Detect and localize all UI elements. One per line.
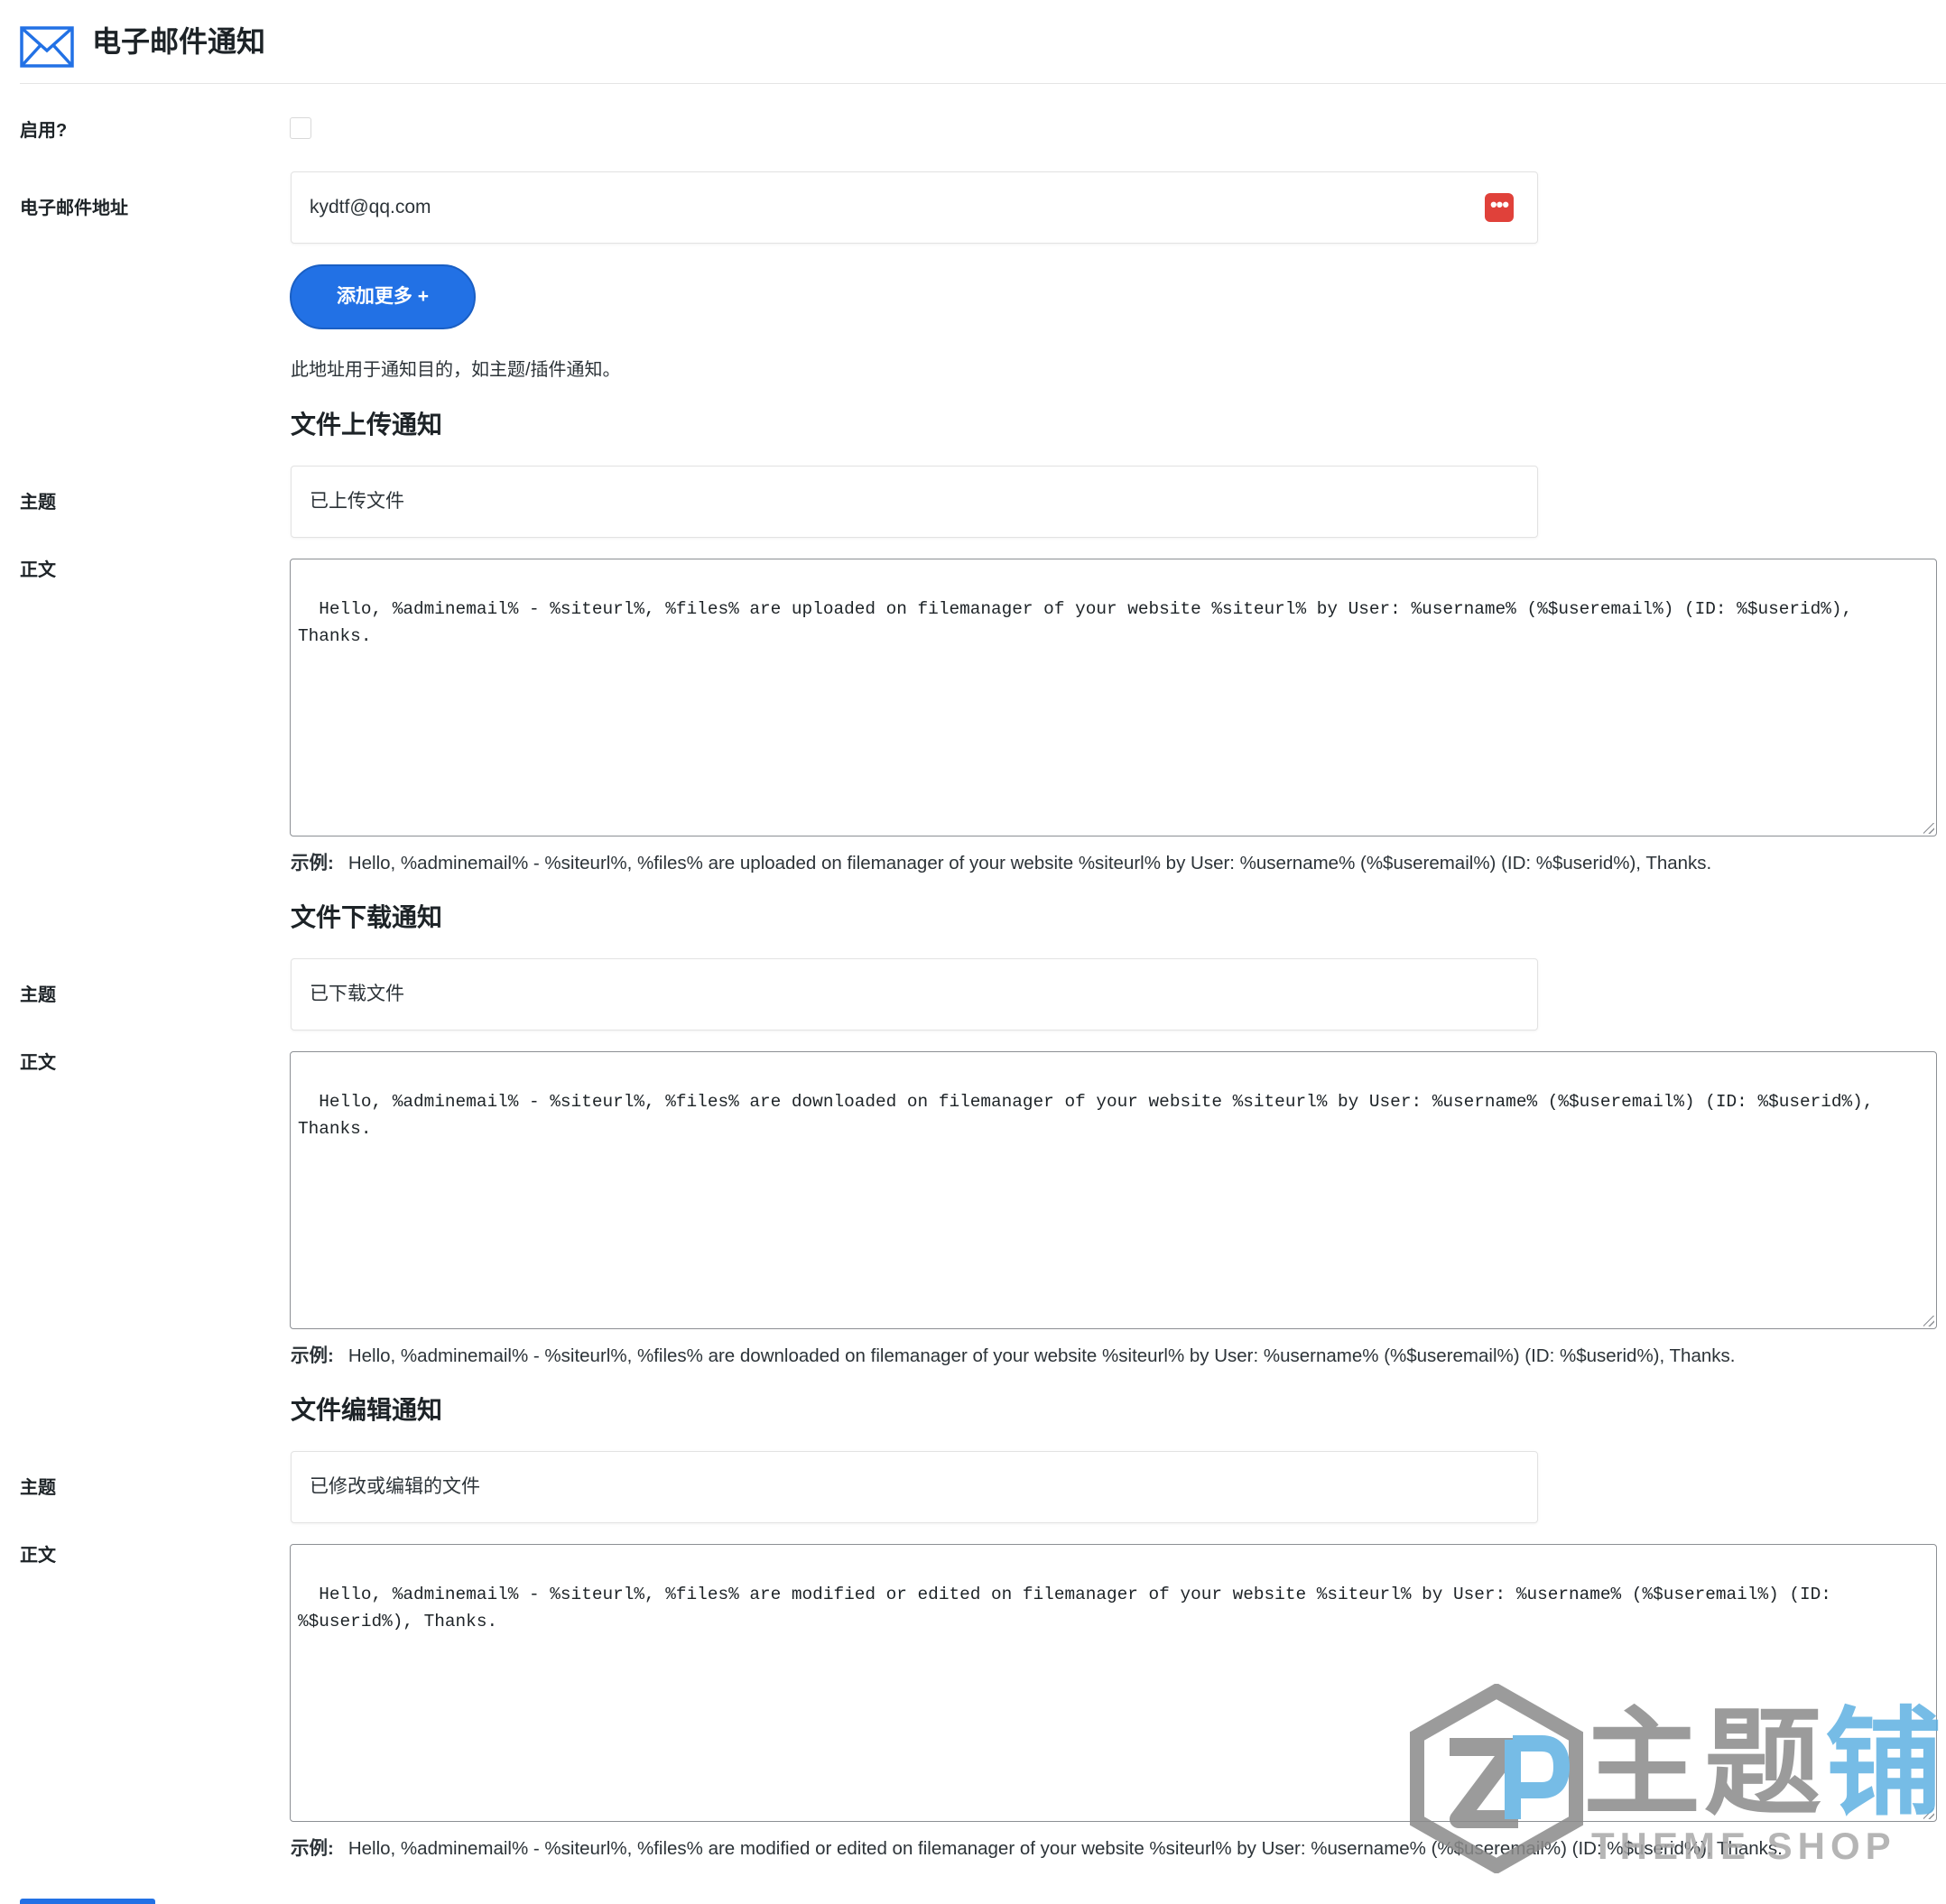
edit-body-text: Hello, %adminemail% - %siteurl%, %files%… [298, 1585, 1842, 1631]
edit-subject-input[interactable]: 已修改或编辑的文件 [291, 1451, 1538, 1523]
edit-subject-value: 已修改或编辑的文件 [310, 1476, 480, 1497]
upload-subject-value: 已上传文件 [310, 491, 404, 512]
enable-label: 启用? [20, 121, 68, 141]
enable-checkbox[interactable] [290, 117, 311, 139]
download-body-text: Hello, %adminemail% - %siteurl%, %files%… [298, 1092, 1885, 1139]
page-header: 电子邮件通知 [20, 16, 1946, 84]
page-title: 电子邮件通知 [92, 25, 266, 58]
email-input-value: kydtf@qq.com [310, 197, 431, 217]
download-section-title: 文件下载通知 [291, 903, 443, 931]
download-example: 示例: Hello, %adminemail% - %siteurl%, %fil… [291, 1343, 1735, 1370]
password-manager-icon[interactable]: ••• [1485, 193, 1514, 222]
resize-handle[interactable] [1923, 1316, 1934, 1326]
watermark-text: 主题铺 [1583, 1697, 1946, 1829]
email-label: 电子邮件地址 [20, 199, 128, 218]
edit-subject-label: 主题 [20, 1478, 56, 1498]
download-subject-value: 已下载文件 [310, 984, 404, 1004]
download-subject-input[interactable]: 已下载文件 [291, 958, 1538, 1031]
save-button-edge[interactable] [20, 1899, 155, 1904]
envelope-icon [20, 26, 74, 68]
upload-subject-input[interactable]: 已上传文件 [291, 466, 1538, 538]
upload-body-textarea[interactable]: Hello, %adminemail% - %siteurl%, %files%… [290, 559, 1937, 836]
upload-body-label: 正文 [20, 560, 56, 580]
email-input[interactable]: kydtf@qq.com ••• [291, 171, 1538, 244]
download-example-text: Hello, %adminemail% - %siteurl%, %files%… [348, 1345, 1736, 1366]
email-description: 此地址用于通知目的，如主题/插件通知。 [291, 360, 621, 380]
zp-logo-icon [1410, 1684, 1583, 1873]
upload-example: 示例: Hello, %adminemail% - %siteurl%, %fil… [291, 850, 1711, 877]
watermark-subtext: THEME SHOP [1591, 1825, 1896, 1867]
add-more-button[interactable]: 添加更多 + [290, 264, 476, 329]
upload-example-label: 示例: [291, 853, 334, 873]
upload-subject-label: 主题 [20, 493, 56, 513]
download-body-label: 正文 [20, 1053, 56, 1073]
download-body-textarea[interactable]: Hello, %adminemail% - %siteurl%, %files%… [290, 1051, 1937, 1329]
watermark: 主题铺 THEME SHOP [1406, 1684, 1942, 1873]
upload-body-text: Hello, %adminemail% - %siteurl%, %files%… [298, 599, 1863, 646]
upload-example-text: Hello, %adminemail% - %siteurl%, %files%… [348, 853, 1712, 873]
download-subject-label: 主题 [20, 985, 56, 1005]
download-example-label: 示例: [291, 1345, 334, 1366]
edit-body-label: 正文 [20, 1546, 56, 1566]
upload-section-title: 文件上传通知 [291, 411, 443, 439]
edit-section-title: 文件编辑通知 [291, 1396, 443, 1424]
edit-example-label: 示例: [291, 1838, 334, 1859]
resize-handle[interactable] [1923, 823, 1934, 834]
